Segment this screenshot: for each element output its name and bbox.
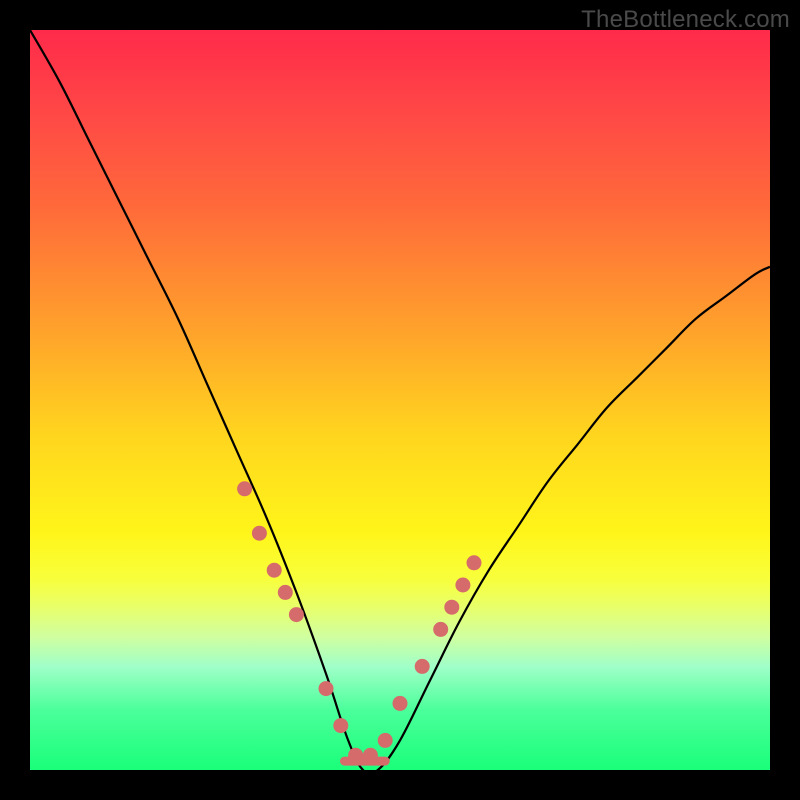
curve-dot-group [237, 481, 481, 762]
curve-dot [433, 622, 448, 637]
bottleneck-chart-svg [30, 30, 770, 770]
curve-dot [252, 526, 267, 541]
curve-dot [467, 555, 482, 570]
curve-dot [393, 696, 408, 711]
curve-dot [289, 607, 304, 622]
curve-dot [267, 563, 282, 578]
curve-dot [237, 481, 252, 496]
curve-dot [278, 585, 293, 600]
plot-area [30, 30, 770, 770]
curve-dot [378, 733, 393, 748]
curve-dot [319, 681, 334, 696]
curve-dot [333, 718, 348, 733]
chart-frame: TheBottleneck.com [0, 0, 800, 800]
bottleneck-curve-path [30, 30, 770, 770]
curve-dot [455, 578, 470, 593]
curve-dot [444, 600, 459, 615]
curve-dot [415, 659, 430, 674]
